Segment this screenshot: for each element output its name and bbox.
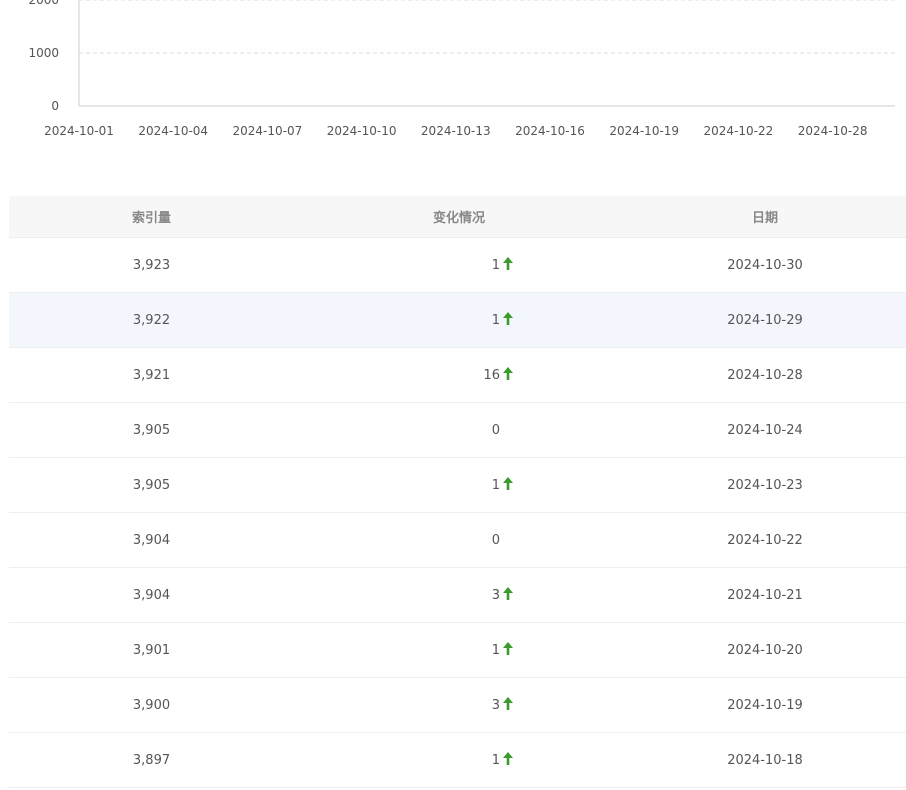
table-row[interactable]: 3,905 1 2024-10-23 bbox=[9, 457, 906, 513]
arrow-up-icon bbox=[502, 312, 514, 325]
index-table-container: 索引量 变化情况 日期 3,923 1 2024-10-30 3,922 1 2024-1… bbox=[9, 196, 906, 788]
change-value: 3 bbox=[491, 698, 500, 713]
arrow-up-icon bbox=[502, 752, 514, 765]
date-cell: 2024-10-22 bbox=[624, 512, 906, 568]
change-cell: 1 bbox=[294, 457, 624, 513]
date-cell: 2024-10-28 bbox=[624, 347, 906, 403]
index-volume-cell: 3,904 bbox=[9, 512, 294, 568]
change-value: 0 bbox=[491, 422, 500, 438]
change-value: 1 bbox=[491, 643, 500, 658]
change-cell: 1 bbox=[294, 622, 624, 678]
x-tick-label: 2024-10-19 bbox=[609, 124, 679, 138]
x-tick-label: 2024-10-10 bbox=[327, 124, 397, 138]
change-value: 16 bbox=[483, 368, 500, 383]
x-tick-label: 2024-10-01 bbox=[44, 124, 114, 138]
change-cell: 1 bbox=[294, 732, 624, 788]
table-row[interactable]: 3,922 1 2024-10-29 bbox=[9, 292, 906, 348]
date-cell: 2024-10-30 bbox=[624, 237, 906, 293]
arrow-up-icon bbox=[502, 697, 514, 710]
date-cell: 2024-10-18 bbox=[624, 732, 906, 788]
index-volume-cell: 3,900 bbox=[9, 677, 294, 733]
change-value: 1 bbox=[491, 313, 500, 328]
date-cell: 2024-10-20 bbox=[624, 622, 906, 678]
index-table: 索引量 变化情况 日期 3,923 1 2024-10-30 3,922 1 2024-1… bbox=[9, 196, 906, 788]
change-cell: 0 bbox=[294, 402, 624, 458]
arrow-up-icon bbox=[502, 257, 514, 270]
table-row[interactable]: 3,904 3 2024-10-21 bbox=[9, 567, 906, 623]
index-volume-cell: 3,905 bbox=[9, 457, 294, 513]
index-volume-cell: 3,922 bbox=[9, 292, 294, 348]
table-row[interactable]: 3,904 0 2024-10-22 bbox=[9, 512, 906, 568]
date-cell: 2024-10-24 bbox=[624, 402, 906, 458]
table-body: 3,923 1 2024-10-30 3,922 1 2024-10-29 3,921 16 2… bbox=[9, 237, 906, 788]
date-cell: 2024-10-29 bbox=[624, 292, 906, 348]
change-value: 1 bbox=[491, 753, 500, 768]
header-index-volume[interactable]: 索引量 bbox=[9, 196, 294, 238]
date-cell: 2024-10-23 bbox=[624, 457, 906, 513]
y-tick-labels: 0 1000 2000 bbox=[28, 0, 59, 113]
x-tick-label: 2024-10-28 bbox=[798, 124, 868, 138]
change-value: 1 bbox=[491, 258, 500, 273]
arrow-up-icon bbox=[502, 367, 514, 380]
change-cell: 3 bbox=[294, 677, 624, 733]
x-tick-labels: 2024-10-01 2024-10-04 2024-10-07 2024-10-10… bbox=[44, 124, 867, 138]
y-tick-label: 1000 bbox=[28, 46, 59, 60]
index-volume-cell: 3,905 bbox=[9, 402, 294, 458]
change-value: 1 bbox=[491, 478, 500, 493]
table-row[interactable]: 3,900 3 2024-10-19 bbox=[9, 677, 906, 733]
table-row[interactable]: 3,921 16 2024-10-28 bbox=[9, 347, 906, 403]
table-row[interactable]: 3,897 1 2024-10-18 bbox=[9, 732, 906, 788]
index-volume-cell: 3,923 bbox=[9, 237, 294, 293]
index-volume-cell: 3,921 bbox=[9, 347, 294, 403]
change-cell: 3 bbox=[294, 567, 624, 623]
table-header-row: 索引量 变化情况 日期 bbox=[9, 196, 906, 238]
change-cell: 0 bbox=[294, 512, 624, 568]
index-trend-chart: 0 1000 2000 2024-10-01 2024-10-04 2024-10-07… bbox=[28, 0, 895, 138]
x-tick-label: 2024-10-04 bbox=[138, 124, 208, 138]
x-tick-label: 2024-10-22 bbox=[704, 124, 774, 138]
arrow-up-icon bbox=[502, 587, 514, 600]
arrow-up-icon bbox=[502, 477, 514, 490]
index-volume-cell: 3,904 bbox=[9, 567, 294, 623]
date-cell: 2024-10-21 bbox=[624, 567, 906, 623]
index-volume-cell: 3,901 bbox=[9, 622, 294, 678]
x-tick-label: 2024-10-07 bbox=[233, 124, 303, 138]
header-change[interactable]: 变化情况 bbox=[294, 196, 624, 238]
header-date[interactable]: 日期 bbox=[624, 196, 906, 238]
x-tick-label: 2024-10-13 bbox=[421, 124, 491, 138]
y-tick-label: 2000 bbox=[28, 0, 59, 7]
table-row[interactable]: 3,905 0 2024-10-24 bbox=[9, 402, 906, 458]
date-cell: 2024-10-19 bbox=[624, 677, 906, 733]
change-value: 3 bbox=[491, 588, 500, 603]
change-cell: 16 bbox=[294, 347, 624, 403]
change-value: 0 bbox=[491, 532, 500, 548]
arrow-up-icon bbox=[502, 642, 514, 655]
table-row[interactable]: 3,901 1 2024-10-20 bbox=[9, 622, 906, 678]
chart-grid bbox=[79, 0, 895, 54]
change-cell: 1 bbox=[294, 237, 624, 293]
table-row[interactable]: 3,923 1 2024-10-30 bbox=[9, 237, 906, 293]
y-tick-label: 0 bbox=[51, 99, 59, 113]
index-volume-cell: 3,897 bbox=[9, 732, 294, 788]
change-cell: 1 bbox=[294, 292, 624, 348]
x-tick-label: 2024-10-16 bbox=[515, 124, 585, 138]
